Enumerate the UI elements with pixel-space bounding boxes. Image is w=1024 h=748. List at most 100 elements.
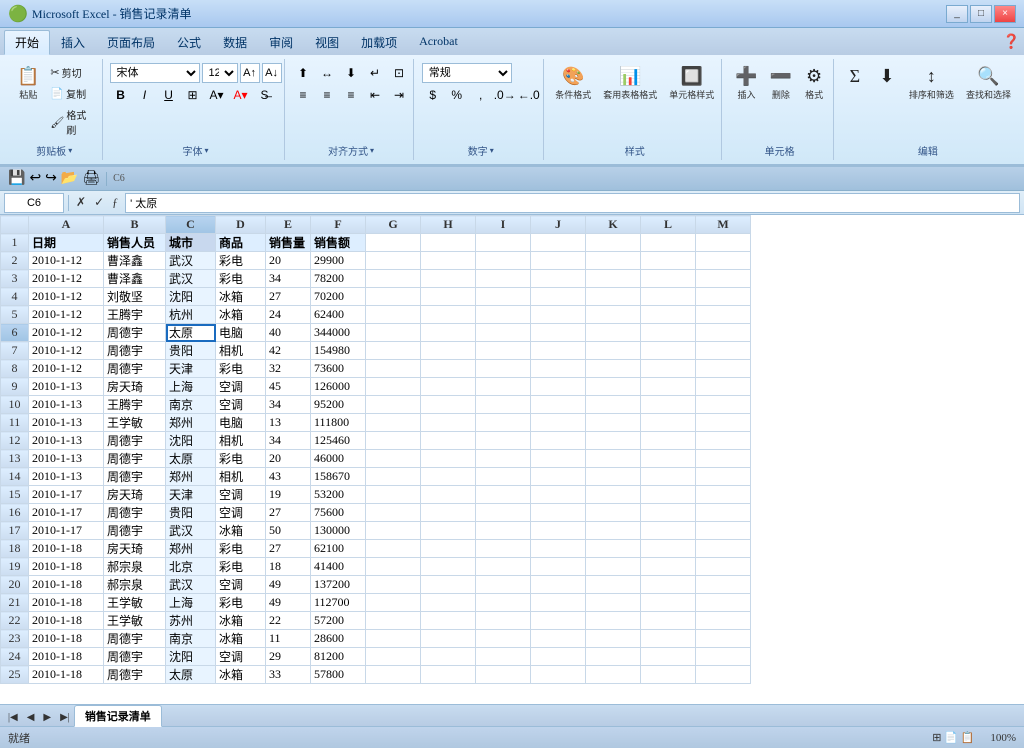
- row-header-10[interactable]: 10: [1, 396, 29, 414]
- save-qa-icon[interactable]: 💾: [8, 170, 25, 187]
- cell-B3[interactable]: 曹泽鑫: [104, 270, 166, 288]
- cell-D23[interactable]: 冰箱: [216, 630, 266, 648]
- cell-G17[interactable]: [366, 522, 421, 540]
- cell-H10[interactable]: [421, 396, 476, 414]
- cell-A16[interactable]: 2010-1-17: [29, 504, 104, 522]
- cell-B7[interactable]: 周德宇: [104, 342, 166, 360]
- cell-A7[interactable]: 2010-1-12: [29, 342, 104, 360]
- cell-A20[interactable]: 2010-1-18: [29, 576, 104, 594]
- cell-L11[interactable]: [641, 414, 696, 432]
- cell-K12[interactable]: [586, 432, 641, 450]
- cell-D18[interactable]: 彩电: [216, 540, 266, 558]
- cell-I10[interactable]: [476, 396, 531, 414]
- cell-K14[interactable]: [586, 468, 641, 486]
- cell-G12[interactable]: [366, 432, 421, 450]
- cell-C7[interactable]: 贵阳: [166, 342, 216, 360]
- cell-D11[interactable]: 电脑: [216, 414, 266, 432]
- cell-A1[interactable]: 日期: [29, 234, 104, 252]
- cell-B19[interactable]: 郝宗泉: [104, 558, 166, 576]
- cell-L1[interactable]: [641, 234, 696, 252]
- row-header-6[interactable]: 6: [1, 324, 29, 342]
- col-header-F[interactable]: F: [311, 216, 366, 234]
- cell-B9[interactable]: 房天琦: [104, 378, 166, 396]
- cell-L21[interactable]: [641, 594, 696, 612]
- cell-G15[interactable]: [366, 486, 421, 504]
- cell-H12[interactable]: [421, 432, 476, 450]
- row-header-11[interactable]: 11: [1, 414, 29, 432]
- cell-F25[interactable]: 57800: [311, 666, 366, 684]
- cell-D16[interactable]: 空调: [216, 504, 266, 522]
- sheet-area[interactable]: A B C D E F G H I J K L M 1: [0, 215, 1024, 704]
- cell-C3[interactable]: 武汉: [166, 270, 216, 288]
- cell-A23[interactable]: 2010-1-18: [29, 630, 104, 648]
- row-header-20[interactable]: 20: [1, 576, 29, 594]
- cell-G25[interactable]: [366, 666, 421, 684]
- cell-J5[interactable]: [531, 306, 586, 324]
- increase-font-button[interactable]: A↑: [240, 63, 260, 83]
- font-expand-icon[interactable]: ▾: [205, 146, 209, 155]
- strikethrough-button[interactable]: S̶: [254, 85, 276, 105]
- row-header-19[interactable]: 19: [1, 558, 29, 576]
- percent-button[interactable]: %: [446, 85, 468, 105]
- cell-H22[interactable]: [421, 612, 476, 630]
- cell-J1[interactable]: [531, 234, 586, 252]
- cell-E7[interactable]: 42: [266, 342, 311, 360]
- cell-D15[interactable]: 空调: [216, 486, 266, 504]
- cell-K16[interactable]: [586, 504, 641, 522]
- fill-button[interactable]: ⬇: [872, 63, 902, 91]
- cell-B20[interactable]: 郝宗泉: [104, 576, 166, 594]
- cell-E18[interactable]: 27: [266, 540, 311, 558]
- col-header-H[interactable]: H: [421, 216, 476, 234]
- row-header-5[interactable]: 5: [1, 306, 29, 324]
- cell-I19[interactable]: [476, 558, 531, 576]
- cell-F9[interactable]: 126000: [311, 378, 366, 396]
- cell-E23[interactable]: 11: [266, 630, 311, 648]
- cell-B6[interactable]: 周德宇: [104, 324, 166, 342]
- cell-E3[interactable]: 34: [266, 270, 311, 288]
- cell-I12[interactable]: [476, 432, 531, 450]
- cell-F11[interactable]: 111800: [311, 414, 366, 432]
- italic-button[interactable]: I: [134, 85, 156, 105]
- cell-A9[interactable]: 2010-1-13: [29, 378, 104, 396]
- cell-G8[interactable]: [366, 360, 421, 378]
- cell-A14[interactable]: 2010-1-13: [29, 468, 104, 486]
- cell-I23[interactable]: [476, 630, 531, 648]
- page-layout-view-icon[interactable]: 📄: [944, 732, 958, 744]
- cell-G11[interactable]: [366, 414, 421, 432]
- row-header-21[interactable]: 21: [1, 594, 29, 612]
- cell-K6[interactable]: [586, 324, 641, 342]
- cell-J25[interactable]: [531, 666, 586, 684]
- cell-B2[interactable]: 曹泽鑫: [104, 252, 166, 270]
- cell-E6[interactable]: 40: [266, 324, 311, 342]
- cell-I1[interactable]: [476, 234, 531, 252]
- cell-J6[interactable]: [531, 324, 586, 342]
- increase-decimal-button[interactable]: .0→: [494, 85, 516, 105]
- cell-A15[interactable]: 2010-1-17: [29, 486, 104, 504]
- cell-E8[interactable]: 32: [266, 360, 311, 378]
- cell-L18[interactable]: [641, 540, 696, 558]
- insert-cells-button[interactable]: ➕ 插入: [730, 63, 762, 104]
- cell-I7[interactable]: [476, 342, 531, 360]
- cell-A6[interactable]: 2010-1-12: [29, 324, 104, 342]
- cell-L8[interactable]: [641, 360, 696, 378]
- cell-B10[interactable]: 王腾宇: [104, 396, 166, 414]
- cell-A10[interactable]: 2010-1-13: [29, 396, 104, 414]
- cell-J13[interactable]: [531, 450, 586, 468]
- cell-K22[interactable]: [586, 612, 641, 630]
- cell-I21[interactable]: [476, 594, 531, 612]
- cell-F13[interactable]: 46000: [311, 450, 366, 468]
- sheet-nav-next[interactable]: ▶: [39, 711, 55, 724]
- cell-F20[interactable]: 137200: [311, 576, 366, 594]
- cell-D6[interactable]: 电脑: [216, 324, 266, 342]
- autosum-button[interactable]: Σ: [840, 63, 870, 91]
- cell-E1[interactable]: 销售量: [266, 234, 311, 252]
- formula-input[interactable]: [125, 193, 1020, 213]
- cell-C8[interactable]: 天津: [166, 360, 216, 378]
- cell-E5[interactable]: 24: [266, 306, 311, 324]
- cell-G23[interactable]: [366, 630, 421, 648]
- cell-F2[interactable]: 29900: [311, 252, 366, 270]
- tab-acrobat[interactable]: Acrobat: [408, 30, 469, 55]
- cell-M19[interactable]: [696, 558, 751, 576]
- cell-E12[interactable]: 34: [266, 432, 311, 450]
- row-header-8[interactable]: 8: [1, 360, 29, 378]
